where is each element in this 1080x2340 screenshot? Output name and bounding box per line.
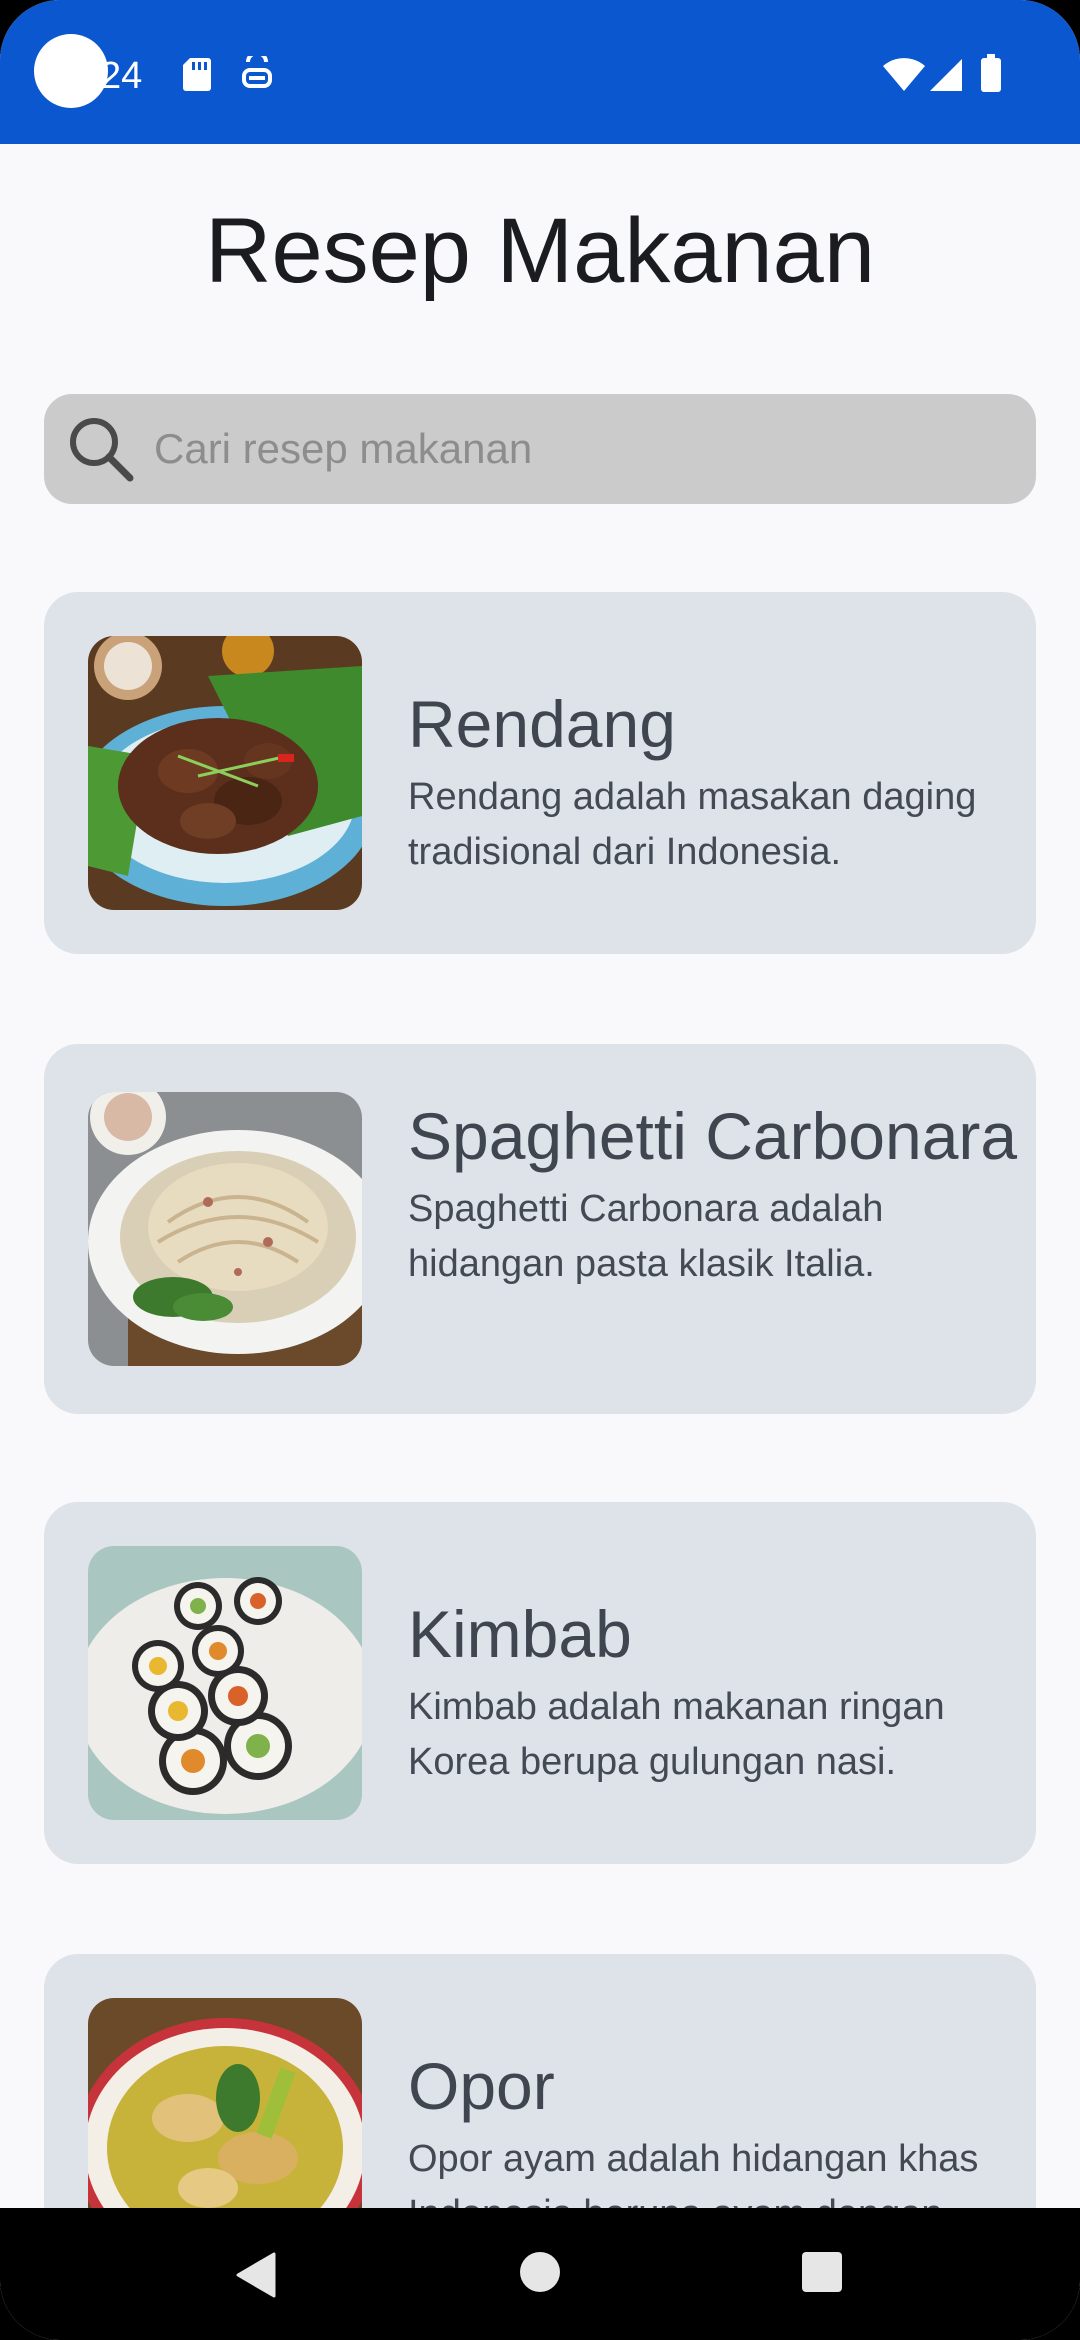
recipe-title: Rendang [408,687,676,761]
wifi-icon [882,58,926,97]
home-icon[interactable] [518,2250,562,2299]
page-title: Resep Makanan [205,200,875,302]
recipe-card-text: Kimbab Kimbab adalah makanan ringan Kore… [408,1590,1018,1790]
recipe-title: Spaghetti Carbonara [408,1099,1018,1173]
rendang-photo [88,636,362,910]
camera-cutout [34,34,108,108]
search-input[interactable] [154,394,1014,504]
recipe-card-text: Spaghetti Carbonara Spaghetti Carbonara … [408,1092,1018,1292]
recipe-description: Kimbab adalah makanan ringan Korea berup… [408,1686,945,1783]
recipe-title: Opor [408,2049,555,2123]
status-bar: 24 [0,0,1080,144]
cellular-signal-icon [928,58,964,97]
sd-card-icon [182,56,212,97]
back-icon[interactable] [234,2250,278,2305]
recipe-description: Spaghetti Carbonara adalah hidangan past… [408,1188,884,1285]
status-time: 24 [100,55,143,97]
search-bar[interactable] [44,394,1036,504]
recents-icon[interactable] [800,2250,844,2299]
app-screen: 24 Resep Makanan Cari resep makanan Rend… [0,0,1080,2340]
recipe-card-text: Rendang Rendang adalah masakan daging tr… [408,680,1018,880]
search-icon [64,412,138,491]
kimbab-photo [88,1546,362,1820]
navigation-bar [0,2208,1080,2340]
recipe-card-rendang[interactable]: Rendang Rendang adalah masakan daging tr… [44,592,1036,954]
recipe-title: Kimbab [408,1597,632,1671]
recipe-description: Rendang adalah masakan daging tradisiona… [408,776,977,873]
recipe-card-kimbab[interactable]: Kimbab Kimbab adalah makanan ringan Kore… [44,1502,1036,1864]
spaghetti-carbonara-photo [88,1092,362,1366]
app-notification-icon [240,51,274,97]
recipe-card-spaghetti-carbonara[interactable]: Spaghetti Carbonara Spaghetti Carbonara … [44,1044,1036,1414]
battery-icon [980,54,1002,97]
